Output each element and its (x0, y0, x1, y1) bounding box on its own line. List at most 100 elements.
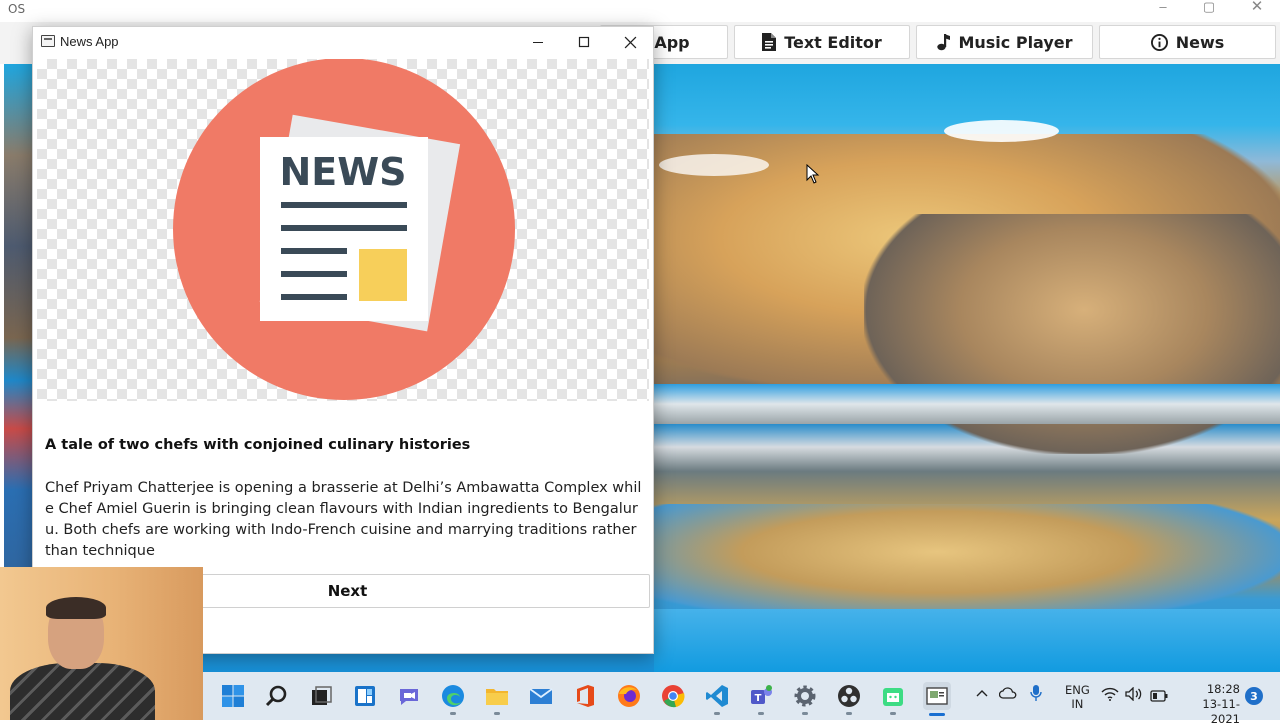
nav-button-text-editor[interactable]: Text Editor (734, 25, 910, 59)
wifi-button[interactable] (1101, 686, 1119, 705)
vscode-running-indicator (714, 712, 720, 715)
mouse-cursor-icon (806, 164, 820, 184)
chrome-icon (662, 685, 685, 708)
news-logo-icon: NEWS (173, 58, 515, 400)
news-app-active-indicator (929, 713, 945, 716)
news-logo-text: NEWS (279, 150, 406, 194)
minimize-button[interactable] (515, 29, 561, 55)
news-logo-photo-box (359, 249, 407, 301)
clock-time: 18:28 (1206, 682, 1240, 696)
widgets-icon (355, 686, 375, 706)
file-explorer-button[interactable] (483, 682, 511, 710)
tray-overflow-button[interactable] (975, 685, 989, 704)
mail-icon (529, 688, 553, 704)
teams-button[interactable]: T (747, 682, 775, 710)
volume-button[interactable] (1125, 686, 1143, 705)
firefox-button[interactable] (615, 682, 643, 710)
info-circle-icon (1150, 33, 1168, 51)
obs-button[interactable] (835, 682, 863, 710)
window-app-icon (41, 35, 55, 47)
webcam-overlay (0, 567, 203, 720)
teams-icon: T (751, 685, 772, 704)
clock-date: 13-11-2021 (1202, 697, 1240, 726)
android-studio-running-indicator (890, 712, 896, 715)
battery-icon (1150, 690, 1168, 702)
cloud-icon (998, 687, 1017, 699)
wallpaper-lake (654, 384, 1280, 424)
os-maximize-button[interactable]: ▢ (1186, 0, 1232, 22)
task-view-button[interactable] (307, 682, 335, 710)
file-explorer-icon (486, 689, 508, 705)
start-button[interactable] (219, 682, 247, 710)
android-studio-icon (883, 688, 903, 706)
teams-running-indicator (758, 712, 764, 715)
edge-button[interactable] (439, 682, 467, 710)
task-view-icon (312, 686, 332, 705)
nav-button-music-player[interactable]: Music Player (916, 25, 1093, 59)
article-headline: A tale of two chefs with conjoined culin… (45, 437, 471, 453)
search-icon (265, 685, 287, 707)
firefox-icon (618, 685, 640, 707)
edge-icon (442, 685, 464, 707)
news-app-taskbar-button[interactable] (923, 682, 951, 710)
close-button[interactable] (607, 29, 653, 55)
webcam-person-body (10, 663, 155, 720)
article-body: Chef Priyam Chatterjee is opening a bras… (45, 480, 642, 559)
chat-button[interactable] (395, 682, 423, 710)
clock[interactable]: 18:28 13-11-2021 (1180, 682, 1240, 727)
microphone-icon (1030, 685, 1042, 701)
office-icon (577, 685, 594, 707)
wallpaper-reflection (654, 504, 1280, 624)
os-minimize-button[interactable]: – (1140, 0, 1186, 22)
office-button[interactable] (571, 682, 599, 710)
nav-label: Music Player (958, 32, 1073, 52)
file-text-icon (762, 33, 777, 51)
wifi-icon (1101, 687, 1119, 701)
taskbar: T ENG IN 18:28 13-11-2021 3 (203, 672, 1280, 726)
widgets-button[interactable] (351, 682, 379, 710)
chat-icon (400, 689, 418, 705)
nav-label: Text Editor (784, 32, 882, 52)
wallpaper-water (654, 609, 1280, 672)
language-code: ENG (1065, 683, 1090, 697)
svg-text:T: T (755, 693, 762, 704)
os-window-title: OS (8, 2, 26, 16)
os-close-button[interactable]: ✕ (1234, 0, 1280, 22)
news-app-window: News App NEWS A tale of two chefs with c… (32, 26, 654, 654)
news-app-titlebar[interactable]: News App (33, 27, 653, 57)
start-icon (222, 685, 244, 707)
maximize-button[interactable] (561, 29, 607, 55)
microphone-button[interactable] (1029, 684, 1043, 706)
news-app-taskbar-icon (926, 687, 948, 705)
language-indicator[interactable]: ENG IN (1065, 683, 1090, 711)
settings-icon (794, 685, 816, 707)
obs-icon (838, 685, 860, 707)
notification-badge[interactable]: 3 (1245, 687, 1263, 705)
chevron-up-icon (976, 690, 988, 697)
nav-label: News (1175, 32, 1225, 52)
nav-button-news[interactable]: News (1099, 25, 1276, 59)
wallpaper-cloud (944, 120, 1059, 142)
news-image-area: NEWS (37, 58, 649, 401)
mail-button[interactable] (527, 682, 555, 710)
speaker-icon (1125, 686, 1142, 702)
minimize-icon (533, 42, 543, 43)
wallpaper-cloud-left (659, 154, 769, 176)
explorer-running-indicator (494, 712, 500, 715)
settings-running-indicator (802, 712, 808, 715)
onedrive-button[interactable] (998, 685, 1017, 704)
vscode-icon (706, 685, 728, 707)
maximize-icon (578, 36, 590, 48)
chrome-button[interactable] (659, 682, 687, 710)
obs-running-indicator (846, 712, 852, 715)
vscode-button[interactable] (703, 682, 731, 710)
news-app-title: News App (60, 34, 119, 49)
search-button[interactable] (263, 682, 291, 710)
os-titlebar: OS – ▢ ✕ (0, 0, 1280, 22)
edge-running-indicator (450, 712, 456, 715)
close-icon (624, 36, 636, 48)
battery-button[interactable] (1150, 687, 1168, 706)
music-note-icon (937, 34, 951, 51)
settings-button[interactable] (791, 682, 819, 710)
android-studio-button[interactable] (879, 682, 907, 710)
